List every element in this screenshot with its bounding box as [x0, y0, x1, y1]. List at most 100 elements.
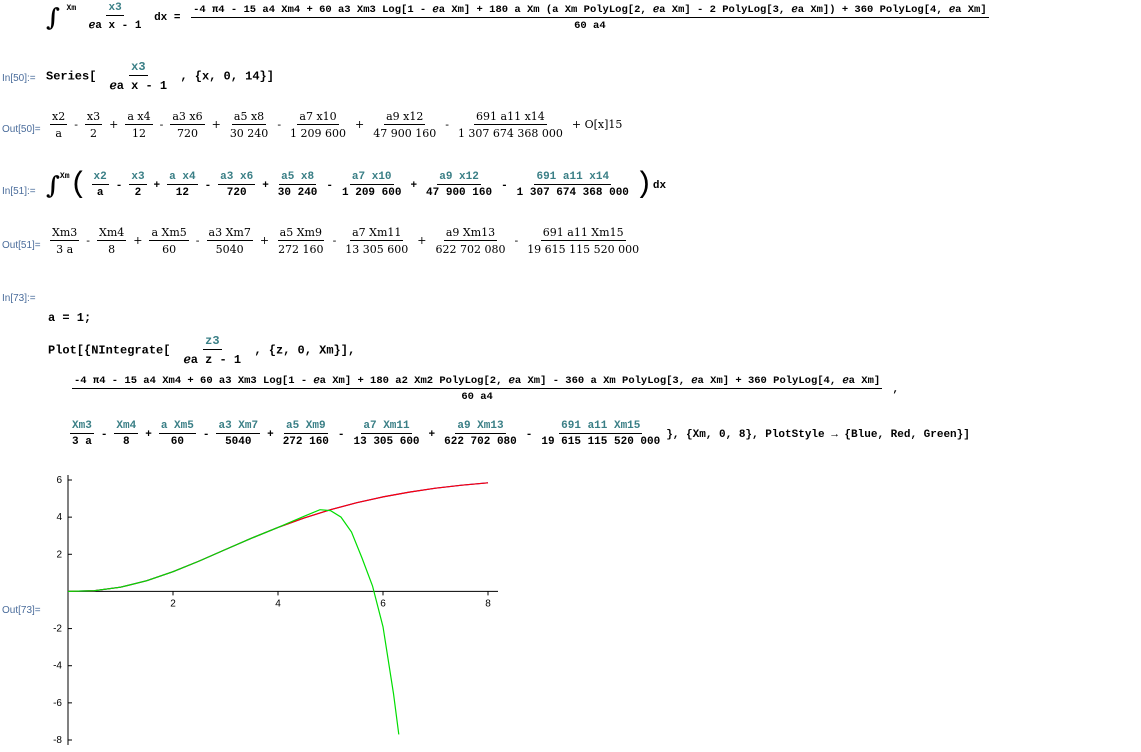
term-numerator: a5 x8: [231, 110, 267, 125]
term-fraction: a5 x8 30 240: [276, 171, 320, 199]
term-denominator: 47 900 160: [426, 187, 493, 199]
term-numerator: a9 x12: [437, 171, 481, 185]
term-numerator: 691 a11 x14: [534, 171, 612, 185]
term-fraction: a5 Xm9 272 160: [276, 226, 326, 256]
in50-input[interactable]: Series[ x3 ℯa x - 1 , {x, 0, 14}]: [46, 60, 274, 93]
plot-num: z3: [203, 334, 222, 350]
closed-form-comma: ,: [892, 383, 899, 396]
in73-plot-line[interactable]: Plot[{NIntegrate[ z3 ℯa z - 1 , {z, 0, X…: [48, 334, 355, 367]
term-denominator: a: [96, 187, 104, 199]
closed-form-fraction: -4 π4 - 15 a4 Xm4 + 60 a3 Xm3 Log[1 - ℯa…: [72, 374, 883, 403]
term-denominator: 8: [123, 436, 130, 448]
plot-args: , {z, 0, Xm}],: [254, 343, 356, 358]
lhs-fraction: x3 ℯa x - 1: [87, 2, 144, 32]
term-fraction: a7 x10 1 209 600: [288, 110, 348, 140]
term-operator: +: [267, 428, 274, 441]
term-fraction: a Xm5 60: [149, 226, 189, 256]
term-operator: -: [332, 234, 337, 247]
rhs-numerator: -4 π4 - 15 a4 Xm4 + 60 a3 Xm3 Log[1 - ℯa…: [191, 3, 989, 18]
term-denominator: 720: [226, 187, 247, 199]
term-operator: -: [115, 179, 123, 192]
term-operator: -: [202, 428, 210, 441]
term-operator: -: [159, 118, 164, 131]
term-numerator: a7 Xm11: [361, 420, 412, 434]
term-fraction: a7 x10 1 209 600: [340, 171, 403, 199]
term-operator: -: [525, 428, 533, 441]
term-fraction: a7 Xm11 13 305 600: [352, 420, 422, 448]
term-numerator: a7 x10: [349, 171, 394, 185]
term-operator: +: [410, 179, 418, 192]
open-paren: (: [69, 168, 88, 202]
term-denominator: 3 a: [56, 243, 74, 256]
in73-line1[interactable]: a = 1;: [48, 311, 91, 325]
in50-fraction: x3 ℯa x - 1: [108, 60, 170, 93]
integral-sign: ∫: [46, 170, 60, 200]
top-integral-expression[interactable]: ∫ Xm x3 ℯa x - 1 dx = -4 π4 - 15 a4 Xm4 …: [46, 2, 993, 32]
term-operator: +: [109, 118, 119, 131]
in73-series-line[interactable]: Xm3 3 a - Xm4 8 + a Xm5 60- a3 Xm7 5040 + a5 Xm9 272…: [66, 420, 970, 448]
term-operator: +: [355, 118, 365, 131]
term-denominator: 13 305 600: [353, 436, 420, 448]
term-numerator: x3: [84, 110, 103, 125]
term-denominator: 5040: [225, 436, 252, 448]
term-fraction: a3 Xm7 5040: [216, 420, 261, 448]
in50-num: x3: [129, 60, 148, 76]
plot-graphic[interactable]: 2 4 6 8 -8 -6 -4 -2 2 4 6: [40, 470, 510, 750]
term-numerator: a3 x6: [218, 171, 256, 185]
series-line-2: [67, 509, 400, 735]
rhs-denominator: 60 a4: [574, 19, 606, 32]
term-operator: -: [204, 179, 212, 192]
term-fraction: x3 2: [84, 110, 103, 140]
in50-den: ℯa x - 1: [109, 79, 168, 93]
term-operator: +: [153, 179, 161, 192]
term-denominator: 1 307 674 368 000: [457, 127, 563, 140]
plot-den: ℯa z - 1: [183, 353, 242, 367]
y-tick-label: 6: [56, 475, 62, 486]
term-fraction: x2 a: [91, 171, 109, 199]
out51-output[interactable]: Xm3 3 a - Xm4 8 + a Xm5 60- a3 Xm7 5040 + a5 Xm9 272…: [46, 226, 645, 256]
term-operator: -: [74, 118, 78, 131]
in51-input[interactable]: ∫Xm(x2 a - x3 2 + a x4 12- a3 x6 720 + a5 x8 30 240-…: [46, 168, 666, 202]
term-fraction: a7 Xm11 13 305 600: [343, 226, 410, 256]
term-numerator: 691 a11 Xm15: [559, 420, 643, 434]
term-numerator: a9 Xm13: [455, 420, 506, 434]
term-operator: -: [326, 179, 334, 192]
term-operator: +: [262, 179, 269, 192]
term-fraction: 691 a11 Xm15 19 615 115 520 000: [539, 420, 662, 448]
closed-form-den: 60 a4: [461, 391, 493, 403]
term-operator: +: [145, 428, 152, 441]
term-numerator: x3: [129, 171, 147, 185]
term-denominator: 60: [170, 436, 184, 448]
y-tick-label: 2: [56, 549, 62, 560]
term-operator: -: [337, 428, 345, 441]
out73-label: Out[73]=: [2, 605, 41, 616]
term-denominator: 3 a: [72, 436, 92, 448]
term-operator: -: [514, 234, 519, 247]
term-denominator: a: [55, 127, 62, 140]
term-denominator: 1 209 600: [290, 127, 347, 140]
term-numerator: x2: [50, 110, 68, 125]
term-numerator: a3 Xm7: [216, 420, 261, 434]
plot-options: }, {Xm, 0, 8}, PlotStyle → {Blue, Red, G…: [666, 428, 970, 441]
term-fraction: a9 Xm13 622 702 080: [442, 420, 519, 448]
term-fraction: Xm4 8: [96, 226, 127, 256]
term-operator: -: [277, 118, 282, 131]
lhs-dx: dx =: [154, 11, 181, 24]
term-fraction: 691 a11 x14 1 307 674 368 000: [515, 171, 631, 199]
series-line-1: [67, 482, 489, 592]
term-numerator: a7 x10: [297, 110, 339, 125]
term-numerator: Xm3: [70, 420, 94, 434]
out50-output[interactable]: x2 a - x3 2 + a x4 12- a3 x6 720 + a5 x8 30 240- a7 x…: [46, 110, 625, 140]
term-denominator: 19 615 115 520 000: [541, 436, 661, 448]
term-denominator: 60: [162, 243, 177, 256]
term-operator: + O[x]15: [571, 118, 623, 131]
term-fraction: 691 a11 Xm15 19 615 115 520 000: [525, 226, 641, 256]
term-numerator: x2: [91, 171, 109, 185]
in73-closed-form[interactable]: -4 π4 - 15 a4 Xm4 + 60 a3 Xm3 Log[1 - ℯa…: [68, 374, 899, 403]
rhs-fraction: -4 π4 - 15 a4 Xm4 + 60 a3 Xm3 Log[1 - ℯa…: [191, 3, 989, 32]
term-operator: +: [133, 234, 143, 247]
term-denominator: 2: [134, 187, 142, 199]
term-fraction: x2 a: [50, 110, 68, 140]
term-numerator: a5 Xm9: [277, 226, 324, 241]
term-fraction: 691 a11 x14 1 307 674 368 000: [456, 110, 565, 140]
